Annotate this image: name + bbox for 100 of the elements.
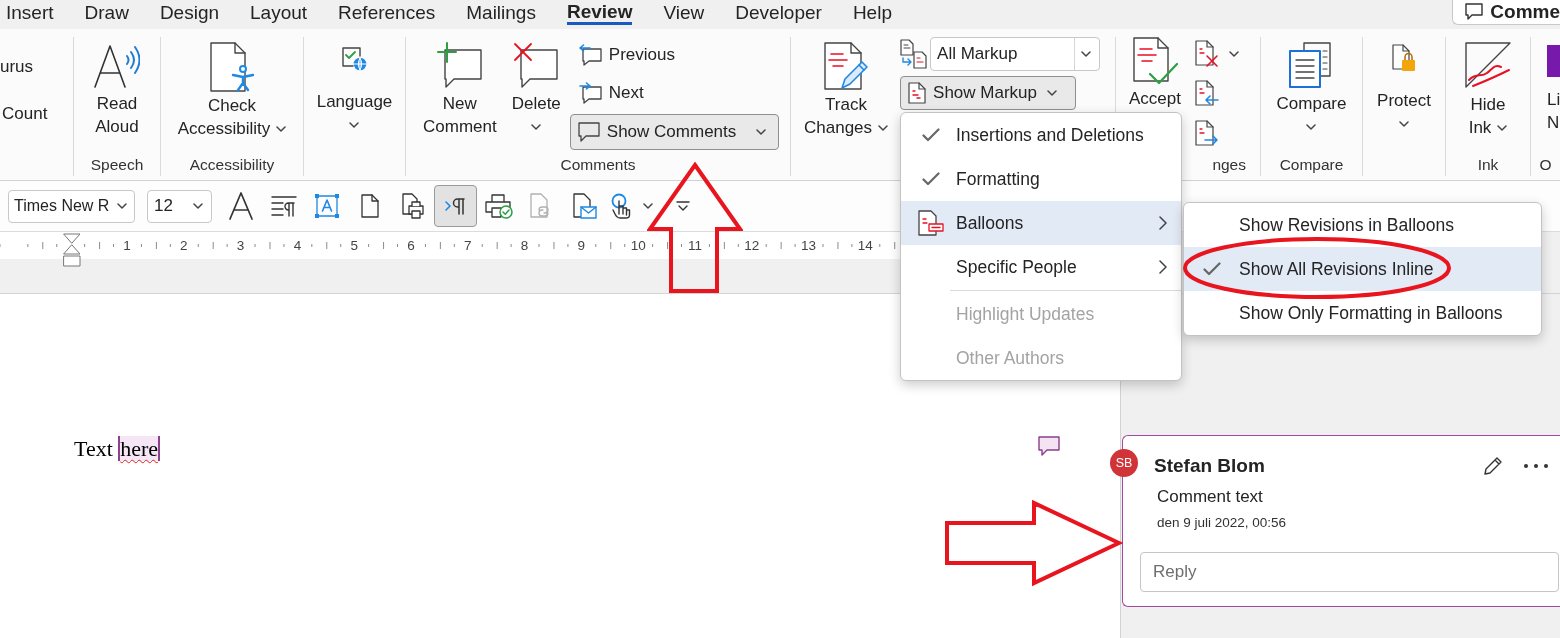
ribbon-tab[interactable]: Layout <box>250 0 308 25</box>
checkmark-icon <box>922 172 940 186</box>
pilcrow-button[interactable] <box>434 185 477 227</box>
speech-bubble-x-icon <box>513 42 560 88</box>
document-pencil-icon <box>823 42 870 90</box>
app-tile-icon <box>1547 45 1560 77</box>
document-printer-icon[interactable] <box>401 193 424 219</box>
markup-dropdown[interactable]: All Markup <box>930 37 1101 71</box>
ruler-number: 14 <box>857 237 873 254</box>
group-label: Ink <box>1476 155 1500 175</box>
comments-button[interactable]: Comme <box>1452 0 1560 25</box>
protect-button[interactable]: Protect <box>1373 42 1435 135</box>
menu-item[interactable]: Show All Revisions Inline <box>1184 247 1541 291</box>
show-markup-button[interactable]: Show Markup <box>900 76 1077 110</box>
compare-button[interactable]: Compare <box>1272 42 1351 138</box>
letter-a-icon[interactable] <box>228 192 253 220</box>
group-label: nges <box>1211 155 1247 175</box>
document-text: Text here <box>74 436 161 462</box>
menu-item[interactable]: Formatting <box>901 157 1181 201</box>
checkmark-icon <box>1202 262 1221 276</box>
checkmark-icon <box>922 128 940 142</box>
document-envelope-icon[interactable] <box>572 193 597 219</box>
check-accessibility-button[interactable]: Check Accessibility <box>173 42 291 140</box>
letter-a-sound-waves-icon <box>94 42 140 88</box>
pencil-icon[interactable] <box>1483 456 1503 476</box>
hide-ink-button[interactable]: Hide Ink <box>1461 42 1515 139</box>
ribbon-tab[interactable]: References <box>338 0 436 25</box>
touch-hand-icon[interactable] <box>611 193 631 219</box>
reply-field[interactable]: Reply <box>1140 552 1559 592</box>
paragraph-lines-icon[interactable] <box>270 195 297 217</box>
delete-comment-button[interactable]: Delete <box>507 42 565 138</box>
comment-marker-icon[interactable] <box>1038 436 1060 456</box>
ruler-number: 7 <box>464 237 472 254</box>
menu-item[interactable]: Balloons <box>901 201 1181 245</box>
customize-toolbar-icon[interactable] <box>676 201 690 211</box>
menu-item[interactable]: Specific People <box>901 245 1181 289</box>
ribbon-tab[interactable]: Mailings <box>466 0 536 25</box>
ribbon-tab[interactable]: Help <box>852 0 892 25</box>
next-comment-button[interactable]: Next <box>569 76 779 110</box>
triangle-squiggle-icon <box>1465 42 1511 88</box>
chevron-down-icon <box>1081 51 1092 57</box>
chevron-down-icon <box>755 129 766 135</box>
ribbon-tab[interactable]: Design <box>159 0 220 25</box>
menu-item[interactable]: Insertions and Deletions <box>901 113 1181 157</box>
font-name-dropdown[interactable]: Times New R <box>8 189 135 223</box>
ribbon-tab[interactable]: Review <box>566 0 633 25</box>
ribbon-button[interactable]: urus <box>0 55 34 79</box>
document-x-icon[interactable] <box>1195 40 1219 68</box>
track-changes-button[interactable]: Track Changes <box>800 42 893 139</box>
accept-button[interactable]: Accept <box>1125 37 1185 110</box>
ellipsis-icon[interactable] <box>1524 464 1548 468</box>
page-icon[interactable] <box>360 194 379 218</box>
document-globe-icon <box>341 45 368 71</box>
ruler-number: 2 <box>180 237 188 254</box>
ruler-number: 5 <box>350 237 358 254</box>
font-size-dropdown[interactable]: 12 <box>147 189 212 223</box>
ruler-number: 10 <box>630 237 646 254</box>
ruler-number: 6 <box>407 237 415 254</box>
pilcrow-icon <box>444 197 467 215</box>
menu-item[interactable]: Show Only Formatting in Balloons <box>1184 291 1541 335</box>
document-checkmark-icon <box>1132 37 1178 85</box>
ribbon-button[interactable]: Li N <box>1531 42 1560 134</box>
chevron-down-icon <box>276 125 287 132</box>
two-documents-arrow-icon <box>900 39 929 69</box>
previous-comment-button[interactable]: Previous <box>569 38 779 72</box>
speech-bubble-right-arrow-icon <box>577 82 602 104</box>
document-right-arrow-icon[interactable] <box>1195 120 1219 148</box>
ribbon-tab[interactable]: Insert <box>6 0 54 25</box>
chevron-down-icon <box>878 124 889 131</box>
chevron-down-icon <box>1047 90 1057 96</box>
chevron-down-icon[interactable] <box>1229 51 1239 57</box>
ruler-number: 1 <box>123 237 131 254</box>
document-lock-icon <box>1392 44 1416 72</box>
ruler-number: 11 <box>687 237 702 254</box>
read-aloud-button[interactable]: Read Aloud <box>90 42 144 138</box>
ribbon-tab[interactable]: Developer <box>735 0 822 25</box>
speech-bubble-plus-icon <box>436 42 483 88</box>
document-person-icon <box>209 42 255 92</box>
ribbon-tab[interactable]: Draw <box>84 0 129 25</box>
menu-item[interactable]: Show Revisions in Balloons <box>1184 203 1541 247</box>
group-label: Accessibility <box>188 155 276 175</box>
speech-bubble-icon <box>577 122 600 142</box>
chevron-right-icon <box>1159 216 1167 230</box>
text-box-icon[interactable] <box>313 193 340 219</box>
show-comments-button[interactable]: Show Comments <box>569 114 779 150</box>
ribbon-tab[interactable]: View <box>663 0 705 25</box>
chevron-down-icon <box>1306 123 1317 130</box>
new-comment-button[interactable]: New Comment <box>419 42 501 138</box>
language-button[interactable]: Language <box>312 42 397 136</box>
document-left-arrow-icon[interactable] <box>1195 80 1219 108</box>
ruler-number: 9 <box>577 237 586 254</box>
ribbon-button[interactable]: Count <box>2 102 48 126</box>
indent-marker[interactable] <box>63 233 81 267</box>
group-label: O <box>1538 155 1553 175</box>
chevron-down-icon <box>349 121 360 128</box>
ruler-number: 13 <box>801 237 817 254</box>
author-name: Stefan Blom <box>1154 455 1266 477</box>
chevron-down-icon[interactable] <box>643 203 653 209</box>
printer-check-icon[interactable] <box>484 193 513 219</box>
group-label: Speech <box>89 155 145 175</box>
